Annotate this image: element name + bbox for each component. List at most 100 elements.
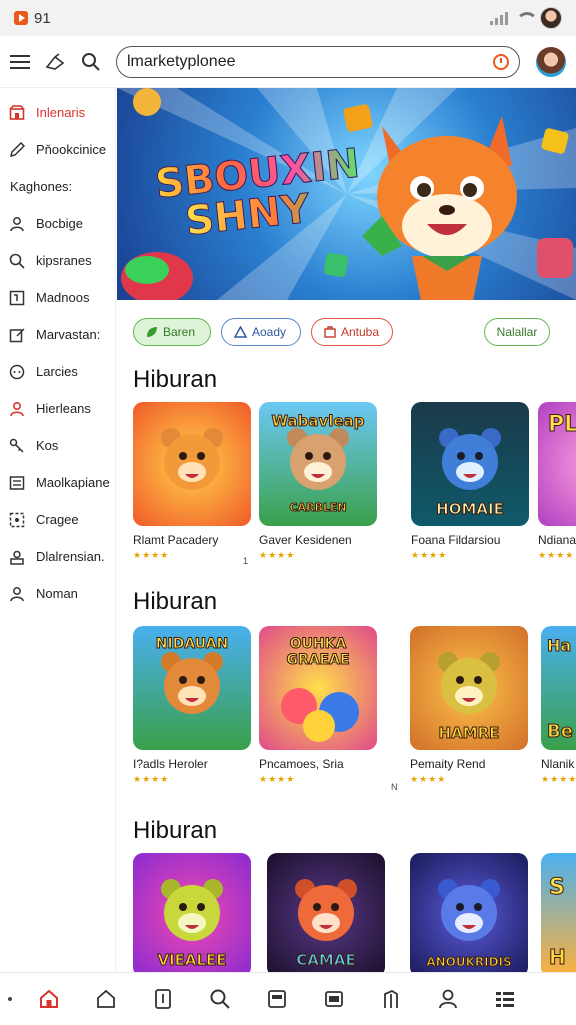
hero-banner[interactable]: SBOUXIN SHNY xyxy=(117,88,576,300)
sidebar-item-madnoos[interactable]: Madnoos xyxy=(0,279,115,316)
app-thumbnail: OUHKA GRAEAE xyxy=(259,626,377,750)
app-thumbnail: PL xyxy=(538,402,576,526)
history-icon[interactable] xyxy=(493,53,509,70)
bear-mascot-icon xyxy=(438,879,500,941)
thumb-top-text: S xyxy=(549,875,566,901)
bottom-navigation xyxy=(0,972,576,1024)
sidebar-item-cragee[interactable]: Cragee xyxy=(0,501,115,538)
app-title: Pemaity Rend xyxy=(410,757,486,771)
card-icon[interactable] xyxy=(305,973,362,1025)
sidebar-item-label: Cragee xyxy=(36,512,79,527)
pencil-icon xyxy=(8,141,26,159)
sidebar-item-kipsranes[interactable]: kipsranes xyxy=(0,242,115,279)
filter-chips: Baren Aoady Antuba Nalallar xyxy=(117,300,576,364)
app-card[interactable]: S H xyxy=(541,853,576,972)
sidebar-item-dlalrensian[interactable]: Dlalrensian. xyxy=(0,538,115,575)
thumb-bottom-text: ANOUKRIDIS xyxy=(426,955,512,970)
sidebar-heading: Kaghones: xyxy=(10,179,73,194)
app-card[interactable]: ANOUKRIDIS xyxy=(410,853,530,972)
chip-nalallar[interactable]: Nalallar xyxy=(484,318,550,346)
row-note: N xyxy=(391,782,398,792)
search-bar[interactable] xyxy=(116,45,520,78)
app-row-1: Rlamt Pacadery ★★★★ Wabavleap CARBLEN Ga… xyxy=(133,402,576,570)
app-card[interactable]: NIDAUAN I?adls Heroler ★★★★ xyxy=(133,626,253,785)
person-red-icon xyxy=(8,400,26,418)
app-card[interactable]: Wabavleap CARBLEN Gaver Kesidenen ★★★★ xyxy=(259,402,379,561)
sidebar-item-label: Maolkapiane xyxy=(36,475,110,490)
search-input[interactable] xyxy=(127,52,493,71)
menu-grid-icon[interactable] xyxy=(476,973,533,1025)
app-thumbnail: HOMAIE xyxy=(411,402,529,526)
bear-mascot-icon xyxy=(161,428,223,490)
sidebar-item-inlenaris[interactable]: Inlenaris xyxy=(0,94,115,131)
sidebar-item-label: Kos xyxy=(36,438,59,453)
app-card[interactable]: Ha Be Nlanik ★★★★ xyxy=(541,626,576,785)
sidebar-item-label: Noman xyxy=(36,586,78,601)
document-icon[interactable] xyxy=(134,973,191,1025)
home-outline-icon[interactable] xyxy=(77,973,134,1025)
rating-stars: ★★★★ xyxy=(133,774,170,784)
app-card[interactable]: Rlamt Pacadery ★★★★ xyxy=(133,402,253,561)
app-card[interactable]: HOMAIE Foana Fildarsiou ★★★★ xyxy=(411,402,531,561)
thumb-top-text: PL xyxy=(548,412,576,438)
sidebar-item-pnookcinice[interactable]: Pňookcinice xyxy=(0,131,115,168)
app-thumbnail: CAMAE xyxy=(267,853,385,972)
sidebar: Inlenaris Pňookcinice Kaghones: Bocbige … xyxy=(0,88,116,972)
sidebar-item-noman[interactable]: Noman xyxy=(0,575,115,612)
home-icon[interactable] xyxy=(20,973,77,1025)
bear-mascot-icon xyxy=(439,428,501,490)
sidebar-item-label: Dlalrensian. xyxy=(36,549,105,564)
app-title: Pncamoes, Sria xyxy=(259,757,344,771)
app-card[interactable]: OUHKA GRAEAE Pncamoes, Sria ★★★★ xyxy=(259,626,379,785)
person-icon xyxy=(8,585,26,603)
sidebar-item-label: Inlenaris xyxy=(36,105,86,120)
app-card[interactable]: HAMRE Pemaity Rend ★★★★ xyxy=(410,626,530,785)
sidebar-item-label: Marvastan: xyxy=(36,327,101,342)
key-icon xyxy=(8,437,26,455)
app-thumbnail: Ha Be xyxy=(541,626,576,750)
triangle-a-icon xyxy=(234,326,247,338)
rating-stars: ★★★★ xyxy=(259,774,296,784)
thumb-top-text: OUHKA GRAEAE xyxy=(286,636,350,669)
sidebar-item-marvastan[interactable]: Marvastan: xyxy=(0,316,115,353)
storefront-icon xyxy=(8,104,26,122)
dot-icon xyxy=(0,996,20,1001)
app-card[interactable]: CAMAE xyxy=(267,853,387,972)
section-title: Hiburan xyxy=(133,588,218,615)
bookmark-icon[interactable] xyxy=(362,973,419,1025)
list-icon xyxy=(8,474,26,492)
profile-avatar[interactable] xyxy=(536,46,566,77)
top-bar xyxy=(0,36,576,88)
status-bar: 91 xyxy=(0,0,576,36)
app-row-3: VIEALEE CAMAE ANOUKRIDIS S H xyxy=(133,853,576,972)
signal-icon xyxy=(490,11,508,25)
thumb-top-text: NIDAUAN xyxy=(155,636,229,653)
search-icon[interactable] xyxy=(80,51,102,73)
person-icon[interactable] xyxy=(419,973,476,1025)
thumb-bottom-text: CAMAE xyxy=(296,951,356,970)
wifi-icon xyxy=(516,12,538,24)
person-icon xyxy=(8,215,26,233)
thumb-bottom-text: H xyxy=(549,945,567,970)
sidebar-item-hierleans[interactable]: Hierleans xyxy=(0,390,115,427)
thumb-bottom-text: Be xyxy=(547,721,574,743)
edit-box-icon xyxy=(8,326,26,344)
chip-aoady[interactable]: Aoady xyxy=(221,318,301,346)
dots-circle-icon xyxy=(8,363,26,381)
share-icon[interactable] xyxy=(44,51,66,73)
sidebar-item-larcies[interactable]: Larcies xyxy=(0,353,115,390)
app-card[interactable]: VIEALEE xyxy=(133,853,253,972)
chip-baren[interactable]: Baren xyxy=(133,318,211,346)
sidebar-item-bocbige[interactable]: Bocbige xyxy=(0,205,115,242)
sidebar-item-maolkapiane[interactable]: Maolkapiane xyxy=(0,464,115,501)
chip-antuba[interactable]: Antuba xyxy=(311,318,393,346)
search-icon[interactable] xyxy=(191,973,248,1025)
menu-icon[interactable] xyxy=(10,54,30,69)
sidebar-item-kos[interactable]: Kos xyxy=(0,427,115,464)
search-icon xyxy=(8,252,26,270)
calendar-icon[interactable] xyxy=(248,973,305,1025)
chip-label: Aoady xyxy=(252,325,287,339)
bag-icon xyxy=(324,326,336,338)
app-card[interactable]: PL Ndiana ★★★★ xyxy=(538,402,576,561)
sidebar-item-label: Pňookcinice xyxy=(36,142,107,157)
